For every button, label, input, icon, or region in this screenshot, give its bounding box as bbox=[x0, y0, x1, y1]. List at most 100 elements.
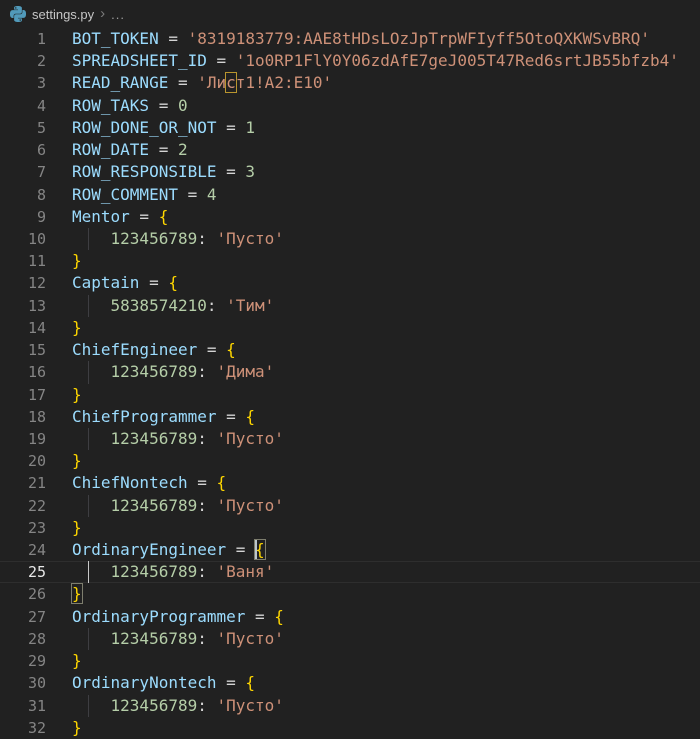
code-line[interactable]: 28 123456789: 'Пусто' bbox=[0, 628, 700, 650]
token-num: 123456789 bbox=[72, 429, 197, 448]
code-line[interactable]: 13 5838574210: 'Тим' bbox=[0, 295, 700, 317]
token-num: 4 bbox=[207, 185, 217, 204]
line-number[interactable]: 27 bbox=[0, 606, 46, 628]
code-line[interactable]: 24OrdinaryEngineer = { bbox=[0, 539, 700, 561]
line-number[interactable]: 32 bbox=[0, 717, 46, 739]
code-line[interactable]: 12Captain = { bbox=[0, 272, 700, 294]
code-content: ROW_TAKS = 0 bbox=[46, 95, 700, 117]
line-number[interactable]: 13 bbox=[0, 295, 46, 317]
code-line[interactable]: 9Mentor = { bbox=[0, 206, 700, 228]
line-number[interactable]: 1 bbox=[0, 28, 46, 50]
code-line[interactable]: 15ChiefEngineer = { bbox=[0, 339, 700, 361]
line-number[interactable]: 12 bbox=[0, 272, 46, 294]
breadcrumb: settings.py › ... bbox=[0, 0, 700, 28]
code-line[interactable]: 8ROW_COMMENT = 4 bbox=[0, 184, 700, 206]
token-str: 'Пусто' bbox=[217, 696, 284, 715]
line-number[interactable]: 2 bbox=[0, 50, 46, 72]
line-number[interactable]: 17 bbox=[0, 384, 46, 406]
line-number[interactable]: 23 bbox=[0, 517, 46, 539]
token-var: Mentor bbox=[72, 207, 130, 226]
code-content: } bbox=[46, 583, 700, 605]
code-line[interactable]: 6ROW_DATE = 2 bbox=[0, 139, 700, 161]
code-line[interactable]: 25 123456789: 'Ваня' bbox=[0, 561, 700, 583]
line-number[interactable]: 31 bbox=[0, 695, 46, 717]
line-number[interactable]: 30 bbox=[0, 672, 46, 694]
code-line[interactable]: 10 123456789: 'Пусто' bbox=[0, 228, 700, 250]
code-line[interactable]: 27OrdinaryProgrammer = { bbox=[0, 606, 700, 628]
code-content: OrdinaryProgrammer = { bbox=[46, 606, 700, 628]
code-content: 123456789: 'Пусто' bbox=[46, 428, 700, 450]
code-line[interactable]: 1BOT_TOKEN = '8319183779:AAE8tHDsLOzJpTr… bbox=[0, 28, 700, 50]
code-line[interactable]: 22 123456789: 'Пусто' bbox=[0, 495, 700, 517]
line-number[interactable]: 7 bbox=[0, 161, 46, 183]
breadcrumb-filename[interactable]: settings.py bbox=[32, 7, 94, 22]
code-line[interactable]: 32} bbox=[0, 717, 700, 739]
code-line[interactable]: 2SPREADSHEET_ID = '1o0RP1FlY0Y06zdAfE7ge… bbox=[0, 50, 700, 72]
token-num: 123456789 bbox=[72, 496, 197, 515]
code-content: ROW_DATE = 2 bbox=[46, 139, 700, 161]
code-content: } bbox=[46, 250, 700, 272]
code-line[interactable]: 19 123456789: 'Пусто' bbox=[0, 428, 700, 450]
breadcrumb-symbol-ellipsis[interactable]: ... bbox=[111, 7, 125, 22]
line-number[interactable]: 6 bbox=[0, 139, 46, 161]
code-content: ROW_RESPONSIBLE = 3 bbox=[46, 161, 700, 183]
line-number[interactable]: 11 bbox=[0, 250, 46, 272]
code-line[interactable]: 14} bbox=[0, 317, 700, 339]
line-number[interactable]: 29 bbox=[0, 650, 46, 672]
token-op: : bbox=[197, 362, 216, 381]
python-icon bbox=[10, 6, 26, 22]
code-line[interactable]: 23} bbox=[0, 517, 700, 539]
line-number[interactable]: 14 bbox=[0, 317, 46, 339]
token-var: ChiefEngineer bbox=[72, 340, 197, 359]
code-line[interactable]: 29} bbox=[0, 650, 700, 672]
code-line[interactable]: 16 123456789: 'Дима' bbox=[0, 361, 700, 383]
token-str: 'Пусто' bbox=[217, 229, 284, 248]
line-number[interactable]: 8 bbox=[0, 184, 46, 206]
line-number[interactable]: 21 bbox=[0, 472, 46, 494]
code-content: ChiefProgrammer = { bbox=[46, 406, 700, 428]
line-number[interactable]: 26 bbox=[0, 583, 46, 605]
code-line[interactable]: 7ROW_RESPONSIBLE = 3 bbox=[0, 161, 700, 183]
token-var: ChiefProgrammer bbox=[72, 407, 217, 426]
code-content: 123456789: 'Ваня' bbox=[46, 561, 700, 583]
code-line[interactable]: 30OrdinaryNontech = { bbox=[0, 672, 700, 694]
code-line[interactable]: 17} bbox=[0, 384, 700, 406]
token-op: = bbox=[130, 207, 159, 226]
chevron-right-icon: › bbox=[100, 6, 105, 21]
code-editor[interactable]: 1BOT_TOKEN = '8319183779:AAE8tHDsLOzJpTr… bbox=[0, 28, 700, 739]
code-line[interactable]: 3READ_RANGE = 'Лист1!A2:E10' bbox=[0, 72, 700, 94]
line-number[interactable]: 24 bbox=[0, 539, 46, 561]
code-line[interactable]: 21ChiefNontech = { bbox=[0, 472, 700, 494]
code-line[interactable]: 11} bbox=[0, 250, 700, 272]
code-line[interactable]: 18ChiefProgrammer = { bbox=[0, 406, 700, 428]
token-op: = bbox=[245, 607, 274, 626]
token-str: т1!A2:E10' bbox=[236, 73, 332, 92]
line-number[interactable]: 9 bbox=[0, 206, 46, 228]
token-str: 'Ли bbox=[197, 73, 226, 92]
code-content: Mentor = { bbox=[46, 206, 700, 228]
code-line[interactable]: 26} bbox=[0, 583, 700, 605]
token-var: ROW_COMMENT bbox=[72, 185, 178, 204]
line-number[interactable]: 20 bbox=[0, 450, 46, 472]
code-content: Captain = { bbox=[46, 272, 700, 294]
token-num: 1 bbox=[245, 118, 255, 137]
line-number[interactable]: 18 bbox=[0, 406, 46, 428]
code-line[interactable]: 31 123456789: 'Пусто' bbox=[0, 695, 700, 717]
code-line[interactable]: 5ROW_DONE_OR_NOT = 1 bbox=[0, 117, 700, 139]
token-brace: } bbox=[72, 718, 82, 737]
code-content: 5838574210: 'Тим' bbox=[46, 295, 700, 317]
line-number[interactable]: 16 bbox=[0, 361, 46, 383]
line-number[interactable]: 19 bbox=[0, 428, 46, 450]
token-num: 123456789 bbox=[72, 362, 197, 381]
line-number[interactable]: 10 bbox=[0, 228, 46, 250]
line-number[interactable]: 4 bbox=[0, 95, 46, 117]
line-number[interactable]: 3 bbox=[0, 72, 46, 94]
line-number[interactable]: 22 bbox=[0, 495, 46, 517]
token-op: : bbox=[197, 629, 216, 648]
line-number[interactable]: 15 bbox=[0, 339, 46, 361]
line-number[interactable]: 5 bbox=[0, 117, 46, 139]
code-line[interactable]: 20} bbox=[0, 450, 700, 472]
line-number[interactable]: 28 bbox=[0, 628, 46, 650]
line-number[interactable]: 25 bbox=[0, 561, 46, 583]
code-line[interactable]: 4ROW_TAKS = 0 bbox=[0, 95, 700, 117]
